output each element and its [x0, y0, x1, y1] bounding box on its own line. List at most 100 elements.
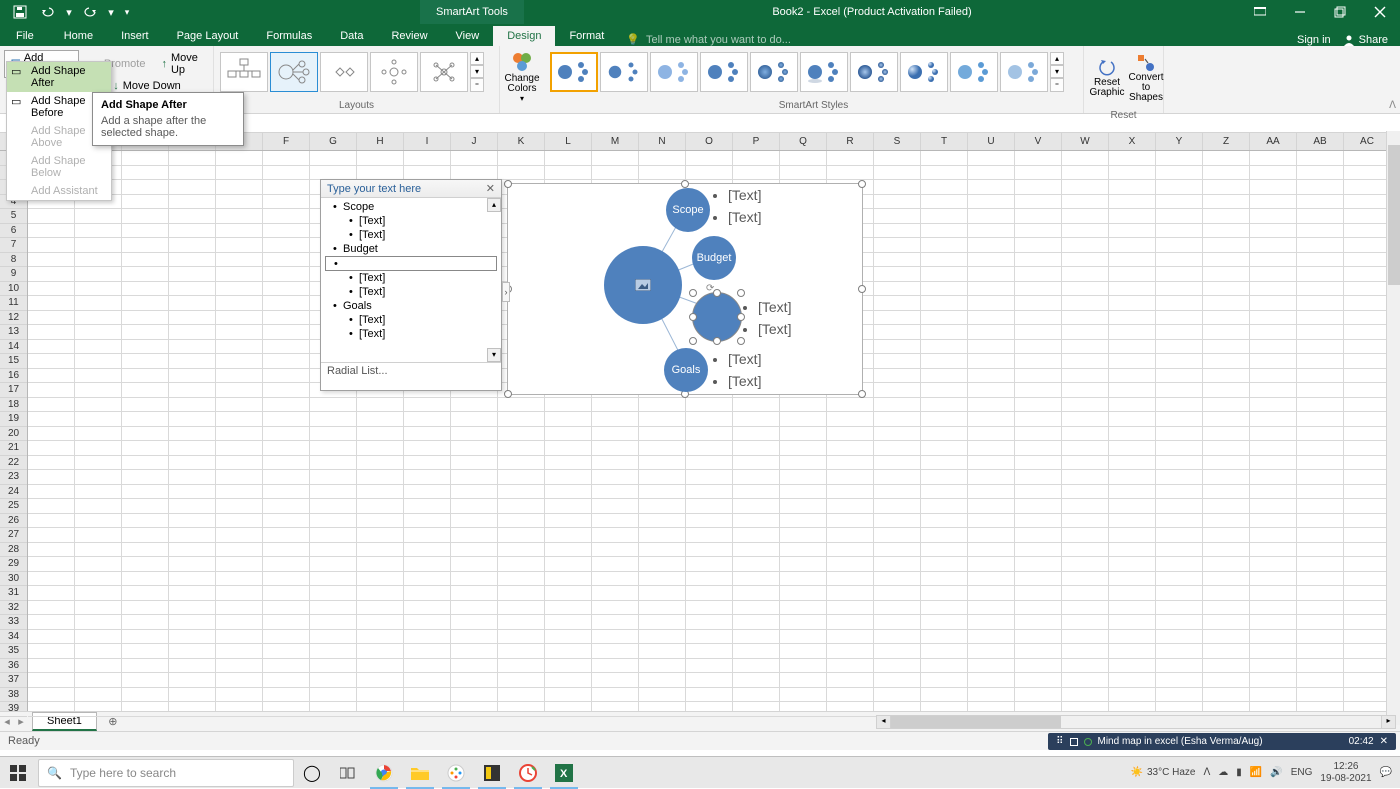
row-header-19[interactable]: 19	[0, 412, 27, 427]
col-header-U[interactable]: U	[968, 133, 1015, 150]
row-header-30[interactable]: 30	[0, 572, 27, 587]
recording-close-button[interactable]: ✕	[1380, 736, 1388, 747]
styles-gallery[interactable]: ▴ ▾ ⁼	[548, 48, 1066, 96]
row-header-36[interactable]: 36	[0, 659, 27, 674]
tab-file[interactable]: File	[0, 26, 50, 46]
row-header-32[interactable]: 32	[0, 601, 27, 616]
wifi-icon[interactable]: 📶	[1250, 767, 1262, 778]
row-header-10[interactable]: 10	[0, 282, 27, 297]
taskbar-search[interactable]: 🔍Type here to search	[38, 759, 294, 787]
row-header-21[interactable]: 21	[0, 441, 27, 456]
styles-more[interactable]: ⁼	[1050, 78, 1064, 92]
row-header-5[interactable]: 5	[0, 209, 27, 224]
col-header-AC[interactable]: AC	[1344, 133, 1391, 150]
textpane-item-7[interactable]: Goals	[325, 299, 497, 313]
row-header-15[interactable]: 15	[0, 354, 27, 369]
col-header-Y[interactable]: Y	[1156, 133, 1203, 150]
smartart-center-node[interactable]	[604, 246, 682, 324]
row-header-7[interactable]: 7	[0, 238, 27, 253]
volume-icon[interactable]: 🔊	[1270, 767, 1282, 778]
battery-icon[interactable]: ▮	[1236, 767, 1242, 778]
layout-option-5[interactable]	[420, 52, 468, 92]
row-header-31[interactable]: 31	[0, 586, 27, 601]
row-header-12[interactable]: 12	[0, 311, 27, 326]
col-header-N[interactable]: N	[639, 133, 686, 150]
row-header-37[interactable]: 37	[0, 673, 27, 688]
reset-graphic-button[interactable]: Reset Graphic	[1088, 48, 1126, 108]
row-header-14[interactable]: 14	[0, 340, 27, 355]
weather-widget[interactable]: ☀️33°C Haze	[1131, 767, 1196, 778]
row-header-22[interactable]: 22	[0, 456, 27, 471]
tab-formulas[interactable]: Formulas	[252, 26, 326, 46]
col-header-I[interactable]: I	[404, 133, 451, 150]
save-button[interactable]	[8, 0, 32, 24]
style-option-1[interactable]	[550, 52, 598, 92]
row-header-38[interactable]: 38	[0, 688, 27, 703]
tab-home[interactable]: Home	[50, 26, 107, 46]
hscroll-thumb[interactable]	[891, 716, 1061, 728]
row-header-27[interactable]: 27	[0, 528, 27, 543]
system-clock[interactable]: 12:26 19-08-2021	[1320, 761, 1371, 785]
row-header-18[interactable]: 18	[0, 398, 27, 413]
style-option-10[interactable]	[1000, 52, 1048, 92]
row-header-16[interactable]: 16	[0, 369, 27, 384]
tab-insert[interactable]: Insert	[107, 26, 163, 46]
app-icon-3[interactable]	[510, 757, 546, 789]
style-option-2[interactable]	[600, 52, 648, 92]
row-header-23[interactable]: 23	[0, 470, 27, 485]
col-header-V[interactable]: V	[1015, 133, 1062, 150]
vertical-scrollbar[interactable]	[1386, 131, 1400, 725]
redo-dropdown[interactable]: ▾	[106, 0, 116, 24]
col-header-L[interactable]: L	[545, 133, 592, 150]
start-button[interactable]	[0, 757, 36, 789]
style-option-3[interactable]	[650, 52, 698, 92]
col-header-Q[interactable]: Q	[780, 133, 827, 150]
row-header-8[interactable]: 8	[0, 253, 27, 268]
close-button[interactable]	[1360, 0, 1400, 24]
smartart-selected-node[interactable]	[692, 292, 742, 342]
tab-data[interactable]: Data	[326, 26, 377, 46]
layout-option-1[interactable]	[220, 52, 268, 92]
layout-option-4[interactable]	[370, 52, 418, 92]
sheet-nav-prev[interactable]: ◂	[0, 715, 14, 728]
tell-me-input[interactable]: 💡Tell me what you want to do...	[618, 33, 1297, 46]
restore-button[interactable]	[1320, 0, 1360, 24]
app-icon-2[interactable]	[474, 757, 510, 789]
col-header-R[interactable]: R	[827, 133, 874, 150]
row-header-33[interactable]: 33	[0, 615, 27, 630]
textpane-scroll-down[interactable]: ▾	[487, 348, 501, 362]
col-header-T[interactable]: T	[921, 133, 968, 150]
textpane-item-6[interactable]: [Text]	[325, 285, 497, 299]
textpane-item-8[interactable]: [Text]	[325, 313, 497, 327]
styles-scroll-down[interactable]: ▾	[1050, 65, 1064, 78]
row-header-9[interactable]: 9	[0, 267, 27, 282]
layouts-scroll-up[interactable]: ▴	[470, 52, 484, 65]
undo-dropdown[interactable]: ▾	[64, 0, 74, 24]
layouts-more[interactable]: ⁼	[470, 78, 484, 92]
row-header-13[interactable]: 13	[0, 325, 27, 340]
col-header-M[interactable]: M	[592, 133, 639, 150]
share-button[interactable]: Share	[1343, 34, 1388, 46]
row-header-24[interactable]: 24	[0, 485, 27, 500]
layout-option-3[interactable]	[320, 52, 368, 92]
onedrive-icon[interactable]: ☁	[1218, 767, 1228, 778]
ribbon-display-options[interactable]	[1240, 0, 1280, 24]
col-header-Z[interactable]: Z	[1203, 133, 1250, 150]
smartart-text-pane[interactable]: Type your text here ✕ ▴ ▾ Scope[Text][Te…	[320, 179, 502, 391]
smartart-goals-node[interactable]: Goals	[664, 348, 708, 392]
col-header-AB[interactable]: AB	[1297, 133, 1344, 150]
cortana-button[interactable]: ◯	[294, 757, 330, 789]
styles-scroll-up[interactable]: ▴	[1050, 52, 1064, 65]
layout-option-2[interactable]	[270, 52, 318, 92]
excel-taskbar-icon[interactable]: X	[546, 757, 582, 789]
file-explorer-icon[interactable]	[402, 757, 438, 789]
tab-review[interactable]: Review	[377, 26, 441, 46]
tab-design[interactable]: Design	[493, 26, 555, 46]
textpane-item-9[interactable]: [Text]	[325, 327, 497, 341]
textpane-item-4[interactable]	[325, 256, 497, 271]
col-header-F[interactable]: F	[263, 133, 310, 150]
drag-handle-icon[interactable]: ⠿	[1056, 736, 1063, 747]
smartart-budget-node[interactable]: Budget ⟳	[692, 236, 736, 280]
tray-chevron-up-icon[interactable]: ᐱ	[1203, 767, 1210, 778]
change-colors-button[interactable]: Change Colors ▾	[500, 46, 544, 106]
